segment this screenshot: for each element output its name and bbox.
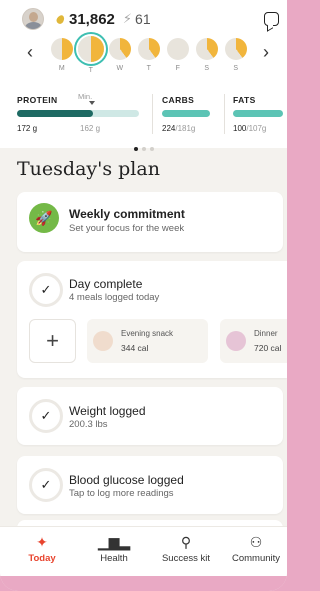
divider xyxy=(224,94,225,134)
streak-count: 61 xyxy=(135,11,151,27)
fats-bar xyxy=(233,110,283,117)
divider xyxy=(152,94,153,134)
tab-community[interactable]: ⚇ Community xyxy=(223,533,287,564)
add-meal-button[interactable]: + xyxy=(29,319,76,363)
day-label: S xyxy=(204,65,210,72)
protein-label: PROTEIN xyxy=(17,95,58,105)
macro-summary[interactable]: PROTEIN Min. 172 g 162 g CARBS 224/181g … xyxy=(0,92,287,142)
day-progress-pie xyxy=(109,38,131,60)
day-progress-pie xyxy=(225,38,247,60)
day-complete-subtitle: 4 meals logged today xyxy=(69,292,160,303)
day-5[interactable]: S xyxy=(193,38,221,72)
tab-success-kit[interactable]: ⚲ Success kit xyxy=(151,533,221,564)
day-label: T xyxy=(146,65,152,72)
sparkle-icon: ✦ xyxy=(36,534,48,550)
header: 31,862 ⚡ 61 xyxy=(22,6,279,32)
chat-icon[interactable] xyxy=(264,12,279,26)
bolt-icon: ⚡ xyxy=(122,11,133,26)
bottom-tab-bar: ✦ Today ▁▆▂ Health ⚲ Success kit ⚇ Commu… xyxy=(0,526,287,576)
page-title: Tuesday's plan xyxy=(17,158,160,180)
day-2[interactable]: W xyxy=(106,38,134,72)
lightbulb-icon: ⚲ xyxy=(180,534,192,550)
weekly-commitment-card[interactable]: 🚀 Weekly commitment Set your focus for t… xyxy=(17,192,283,252)
meal-calories: 344 cal xyxy=(121,343,149,353)
day-complete-card[interactable]: ✓ Day complete 4 meals logged today + Ev… xyxy=(17,261,287,378)
glucose-subtitle: Tap to log more readings xyxy=(69,488,174,499)
carbs-value: 224/181g xyxy=(162,124,196,133)
day-4[interactable]: F xyxy=(164,38,192,72)
carbs-label: CARBS xyxy=(162,95,195,105)
day-label: M xyxy=(58,65,66,72)
protein-min-value: 162 g xyxy=(80,124,101,133)
day-progress-pie xyxy=(196,38,218,60)
check-icon: ✓ xyxy=(29,399,63,433)
page-dots xyxy=(0,138,287,156)
day-progress-pie xyxy=(78,36,104,62)
check-icon: ✓ xyxy=(29,468,63,502)
day-label: S xyxy=(233,65,239,72)
fats-value: 100/107g xyxy=(233,124,267,133)
avatar[interactable] xyxy=(22,8,44,30)
protein-bar-fill xyxy=(17,110,93,117)
glucose-title: Blood glucose logged xyxy=(69,473,184,487)
protein-value: 172 g xyxy=(17,124,38,133)
fats-label: FATS xyxy=(233,95,256,105)
weight-logged-card[interactable]: ✓ Weight logged 200.3 lbs xyxy=(17,387,283,445)
meal-item-dinner[interactable]: Dinner 720 cal xyxy=(220,319,287,363)
day-3[interactable]: T xyxy=(135,38,163,72)
day-progress-pie xyxy=(51,38,73,60)
day-complete-title: Day complete xyxy=(69,277,143,291)
top-summary: 31,862 ⚡ 61 ‹ M T W T F S S › PROTEIN Min. 172… xyxy=(0,0,287,151)
blood-glucose-card[interactable]: ✓ Blood glucose logged Tap to log more r… xyxy=(17,456,283,514)
weight-title: Weight logged xyxy=(69,404,146,418)
tab-today[interactable]: ✦ Today xyxy=(7,533,77,564)
commitment-subtitle: Set your focus for the week xyxy=(69,223,185,234)
day-1[interactable]: T xyxy=(77,36,105,74)
salad-bowl-icon xyxy=(226,331,246,351)
day-0[interactable]: M xyxy=(48,38,76,72)
meal-name: Dinner xyxy=(254,329,278,338)
day-label: F xyxy=(175,65,181,72)
day-6[interactable]: S xyxy=(222,38,250,72)
meal-item-evening-snack[interactable]: Evening snack 344 cal xyxy=(87,319,208,363)
meal-name: Evening snack xyxy=(121,329,174,338)
rocket-icon: 🚀 xyxy=(29,203,59,233)
points-count: 31,862 xyxy=(69,10,115,28)
weight-value: 200.3 lbs xyxy=(69,419,108,430)
week-selector: ‹ M T W T F S S › xyxy=(0,34,287,78)
bar-chart-icon: ▁▆▂ xyxy=(97,534,131,550)
protein-min-label: Min. xyxy=(78,92,93,101)
tab-health[interactable]: ▁▆▂ Health xyxy=(79,533,149,564)
chevron-left-icon[interactable]: ‹ xyxy=(27,42,33,63)
day-progress-pie xyxy=(167,38,189,60)
min-marker-icon xyxy=(89,101,95,105)
popcorn-icon xyxy=(93,331,113,351)
day-label: T xyxy=(88,67,94,74)
home-indicator-area xyxy=(0,576,287,591)
people-icon: ⚇ xyxy=(249,534,263,550)
app-screen: 31,862 ⚡ 61 ‹ M T W T F S S › PROTEIN Min. 172… xyxy=(0,0,287,591)
bean-icon xyxy=(55,13,66,25)
carbs-bar xyxy=(162,110,210,117)
chevron-right-icon[interactable]: › xyxy=(263,42,269,63)
day-label: W xyxy=(116,65,124,72)
meal-calories: 720 cal xyxy=(254,343,282,353)
day-progress-pie xyxy=(138,38,160,60)
commitment-title: Weekly commitment xyxy=(69,207,185,221)
check-icon: ✓ xyxy=(29,273,63,307)
